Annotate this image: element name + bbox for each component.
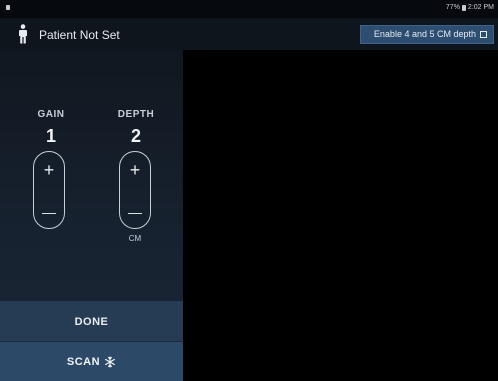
battery-percentage: 77% [445,4,460,11]
status-bar: 77% 2:02 PM [0,0,498,18]
enable-depth-checkbox[interactable] [480,31,487,38]
patient-label[interactable]: Patient Not Set [39,28,120,42]
status-time: 2:02 PM [467,4,494,11]
done-button[interactable]: DONE [0,301,183,342]
depth-value: 2 [130,126,141,146]
gain-value: 1 [45,126,56,146]
scan-button[interactable]: SCAN [0,342,183,381]
depth-increase-button[interactable]: + [120,152,150,188]
enable-depth-toggle[interactable]: Enable 4 and 5 CM depth [360,25,494,44]
gain-label: GAIN [37,109,65,120]
status-bar-right: 77% 2:02 PM [446,3,494,12]
gain-stepper: + — [33,151,65,229]
enable-depth-label: Enable 4 and 5 CM depth [373,29,476,39]
gain-decrease-button[interactable]: — [34,194,64,230]
done-label: DONE [74,315,109,328]
depth-unit: CM [128,234,142,243]
gain-increase-button[interactable]: + [34,152,64,188]
battery-icon [461,4,466,11]
person-icon[interactable] [18,24,28,44]
snowflake-icon [105,355,115,368]
depth-stepper: + — [119,151,151,229]
depth-decrease-button[interactable]: — [120,194,150,230]
notification-icon [6,5,10,10]
scan-viewport[interactable] [183,50,498,381]
scan-label: SCAN [66,355,101,368]
depth-label: DEPTH [117,109,155,120]
